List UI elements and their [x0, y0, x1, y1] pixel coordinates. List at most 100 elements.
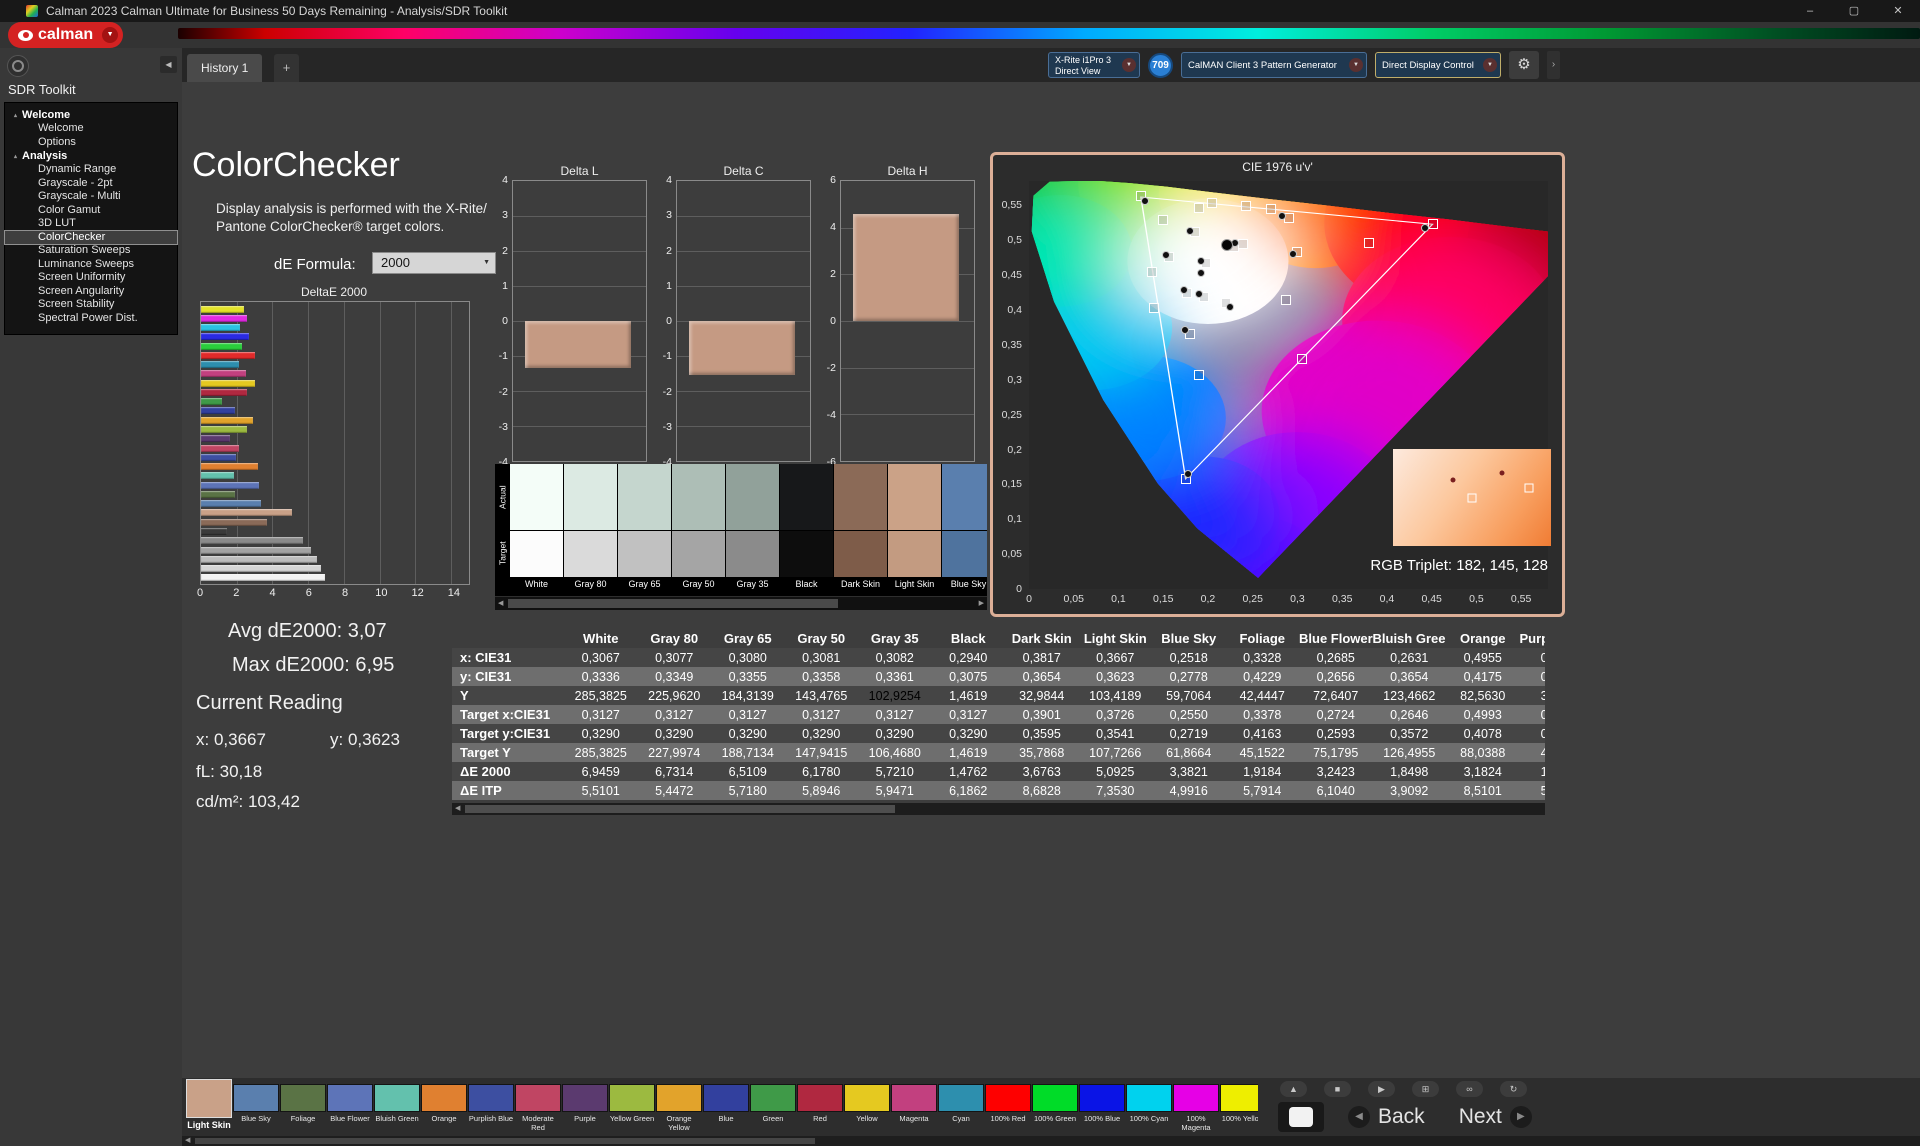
refresh-button[interactable]: ↻	[1500, 1081, 1527, 1097]
settings-gear-button[interactable]: ⚙	[1509, 51, 1539, 79]
next-arrow-icon[interactable]: ▶	[1509, 1106, 1532, 1128]
swatch-col-blue-sky[interactable]: Blue Sky	[942, 464, 987, 593]
cie-target-marker	[1296, 353, 1307, 364]
tree-item-spectral-power-dist[interactable]: Spectral Power Dist.	[5, 312, 177, 326]
maximize-button[interactable]: ▢	[1832, 0, 1876, 22]
brand-menu-arrow-icon[interactable]: ▼	[102, 27, 119, 43]
patch-orange-yellow[interactable]: Orange Yellow	[656, 1079, 702, 1135]
patch-moderate-red[interactable]: Moderate Red	[515, 1079, 561, 1135]
next-button[interactable]: Next	[1459, 1105, 1502, 1129]
patch-100-green[interactable]: 100% Green	[1032, 1079, 1078, 1135]
patch-light-skin[interactable]: Light Skin	[186, 1079, 232, 1135]
scroll-left-icon[interactable]: ◀	[185, 1136, 190, 1146]
scroll-left-icon[interactable]: ◀	[455, 803, 460, 815]
patch-orange[interactable]: Orange	[421, 1079, 467, 1135]
back-arrow-icon[interactable]: ◀	[1348, 1106, 1370, 1128]
back-button[interactable]: Back	[1378, 1105, 1425, 1129]
eject-button[interactable]: ▲	[1280, 1081, 1307, 1097]
meter-dropdown-icon[interactable]: ▼	[1122, 58, 1136, 72]
patch-100-cyan[interactable]: 100% Cyan	[1126, 1079, 1172, 1135]
close-button[interactable]: ✕	[1876, 0, 1920, 22]
tree-item-color-gamut[interactable]: Color Gamut	[5, 204, 177, 218]
tree-item-screen-uniformity[interactable]: Screen Uniformity	[5, 271, 177, 285]
swatch-col-dark-skin[interactable]: Dark Skin	[834, 464, 887, 593]
deltae-xtick: 12	[411, 587, 424, 599]
delta-c-gridline	[677, 251, 810, 252]
patch-blue-sky[interactable]: Blue Sky	[233, 1079, 279, 1135]
more-options-button[interactable]: ›	[1547, 51, 1560, 79]
minimize-button[interactable]: –	[1788, 0, 1832, 22]
swatch-col-white[interactable]: White	[510, 464, 563, 593]
patch-red[interactable]: Red	[797, 1079, 843, 1135]
tree-item-luminance-sweeps[interactable]: Luminance Sweeps	[5, 258, 177, 272]
patch-yellow[interactable]: Yellow	[844, 1079, 890, 1135]
patch-blue[interactable]: Blue	[703, 1079, 749, 1135]
pattern-generator-selector[interactable]: CalMAN Client 3 Pattern Generator ▼	[1181, 52, 1367, 78]
tree-item-dynamic-range[interactable]: Dynamic Range	[5, 163, 177, 177]
tree-item-options[interactable]: Options	[5, 136, 177, 150]
tree-item-colorchecker[interactable]: ColorChecker	[4, 229, 178, 245]
swatch-rowlabel-actual: Actual	[497, 485, 508, 509]
tree-item-screen-stability[interactable]: Screen Stability	[5, 298, 177, 312]
calman-logo[interactable]: calman ▼	[8, 22, 124, 48]
cie-ytick: 0,35	[1001, 338, 1022, 351]
results-cell: 88,0388	[1446, 743, 1520, 762]
scrollbar-thumb[interactable]	[465, 805, 895, 813]
continuous-read-button[interactable]: ∞	[1456, 1081, 1483, 1097]
patch-purple[interactable]: Purple	[562, 1079, 608, 1135]
menu-button[interactable]	[7, 55, 29, 77]
patch-100-yellow[interactable]: 100% Yellow	[1220, 1079, 1258, 1135]
results-scrollbar[interactable]: ◀	[452, 803, 1545, 815]
swatch-col-gray-50[interactable]: Gray 50	[672, 464, 725, 593]
tree-item-3d-lut[interactable]: 3D LUT	[5, 217, 177, 231]
swatch-col-light-skin[interactable]: Light Skin	[888, 464, 941, 593]
pattern-window-button[interactable]	[1289, 1107, 1313, 1127]
deltae-xaxis: 0 2 4 6 8 10 12 14	[197, 587, 472, 601]
delta-c-ylabels: 4 3 2 1 0 -1 -2 -3 -4	[654, 174, 674, 468]
tree-item-welcome[interactable]: Welcome	[5, 122, 177, 136]
scrollbar-thumb[interactable]	[508, 599, 838, 608]
scrollbar-thumb[interactable]	[195, 1138, 815, 1144]
source-dropdown-icon[interactable]: ▼	[1349, 58, 1363, 72]
patch-yellow-green[interactable]: Yellow Green	[609, 1079, 655, 1135]
tree-item-grayscale-2pt[interactable]: Grayscale - 2pt	[5, 177, 177, 191]
meter-selector[interactable]: X-Rite i1Pro 3 Direct View ▼	[1048, 52, 1140, 78]
tree-section-welcome[interactable]: ▴ Welcome	[5, 108, 177, 122]
patch-foliage[interactable]: Foliage	[280, 1079, 326, 1135]
patch-cyan[interactable]: Cyan	[938, 1079, 984, 1135]
stop-button[interactable]: ■	[1324, 1081, 1351, 1097]
scroll-left-icon[interactable]: ◀	[498, 597, 503, 610]
add-tab-button[interactable]: +	[274, 54, 299, 82]
tree-item-saturation-sweeps[interactable]: Saturation Sweeps	[5, 244, 177, 258]
collapse-sidebar-button[interactable]: ◀	[160, 56, 177, 73]
patch-label: Purplish Blue	[468, 1114, 514, 1123]
tree-item-screen-angularity[interactable]: Screen Angularity	[5, 285, 177, 299]
page-scrollbar[interactable]: ◀	[182, 1136, 1920, 1146]
play-button[interactable]: ▶	[1368, 1081, 1395, 1097]
patch-bluish-green[interactable]: Bluish Green	[374, 1079, 420, 1135]
swatch-compare-scrollbar[interactable]: ◀ ▶	[495, 596, 987, 610]
results-cell: 0,4175	[1446, 667, 1520, 686]
swatch-col-black[interactable]: Black	[780, 464, 833, 593]
display-control-selector[interactable]: Direct Display Control ▼	[1375, 52, 1501, 78]
patch-100-red[interactable]: 100% Red	[985, 1079, 1031, 1135]
colorspace-badge[interactable]: 709	[1148, 52, 1173, 78]
swatch-col-gray-65[interactable]: Gray 65	[618, 464, 671, 593]
patch-100-magenta[interactable]: 100% Magenta	[1173, 1079, 1219, 1135]
tab-history-1[interactable]: History 1	[187, 54, 263, 82]
tree-section-analysis[interactable]: ▴ Analysis	[5, 149, 177, 163]
patch-purplish-blue[interactable]: Purplish Blue	[468, 1079, 514, 1135]
tree-item-grayscale-multi[interactable]: Grayscale - Multi	[5, 190, 177, 204]
scroll-right-icon[interactable]: ▶	[979, 597, 984, 610]
swatch-col-gray-80[interactable]: Gray 80	[564, 464, 617, 593]
display-dropdown-icon[interactable]: ▼	[1483, 58, 1497, 72]
patch-magenta[interactable]: Magenta	[891, 1079, 937, 1135]
pattern-window-button[interactable]: ⊞	[1412, 1081, 1439, 1097]
patch-blue-flower[interactable]: Blue Flower	[327, 1079, 373, 1135]
de-formula-dropdown[interactable]: 2000 ▼	[372, 252, 496, 274]
patch-green[interactable]: Green	[750, 1079, 796, 1135]
patch-label: 100% Blue	[1083, 1114, 1121, 1123]
results-row-target-y-cie31: Target y:CIE31 0,3290 0,3290 0,3290 0,3290 0,…	[452, 724, 1545, 743]
swatch-col-gray-35[interactable]: Gray 35	[726, 464, 779, 593]
patch-100-blue[interactable]: 100% Blue	[1079, 1079, 1125, 1135]
